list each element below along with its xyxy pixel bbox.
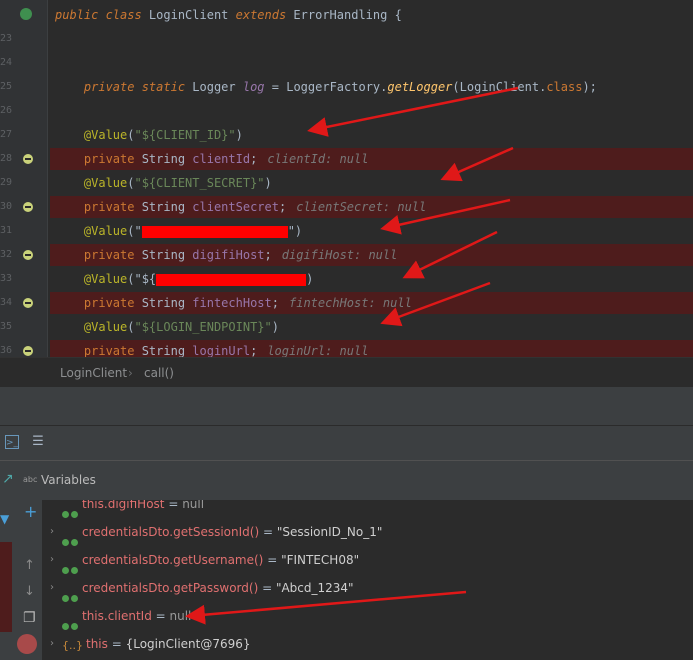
filter-icon[interactable]: ▼	[0, 512, 9, 526]
debug-panel-area	[0, 387, 693, 425]
arrow-5	[380, 281, 491, 327]
frames-strip: ▼	[0, 500, 20, 660]
arrow-2	[440, 146, 514, 182]
arrow-3	[380, 198, 511, 235]
debug-toolbar: >_ ☰	[0, 425, 693, 460]
variables-tab-icon: abc	[23, 475, 38, 484]
variables-title[interactable]: Variables	[41, 473, 96, 487]
breadcrumb-separator: ›	[128, 366, 133, 380]
annotation-arrows	[307, 86, 519, 327]
copy-icon[interactable]: ❐	[23, 610, 36, 626]
arrow-4	[402, 230, 498, 279]
add-watch-icon[interactable]: +	[24, 502, 37, 521]
glasses-avatar-icon[interactable]	[17, 634, 37, 654]
breadcrumb-class[interactable]: LoginClient	[60, 366, 127, 380]
threads-icon[interactable]: ☰	[30, 434, 46, 450]
move-down-icon[interactable]: ↓	[24, 584, 35, 599]
arrow-1	[307, 86, 519, 137]
variables-tree: this.digifiHost = null › credentialsDto.ge…	[42, 500, 693, 660]
variables-header: ↗ abc Variables	[0, 460, 693, 501]
move-up-icon[interactable]: ↑	[24, 558, 35, 573]
variables-tools: + ↑ ↓ ❐	[17, 500, 43, 660]
restore-layout-icon[interactable]: ↗	[2, 471, 14, 487]
variables-arrow	[185, 590, 467, 625]
breadcrumb-method[interactable]: call()	[144, 366, 174, 380]
console-icon[interactable]: >_	[5, 435, 19, 449]
frame-highlight	[0, 542, 12, 632]
breadcrumb: LoginClient › call()	[0, 357, 693, 388]
code-editor[interactable]: public class LoginClient extends ErrorHa…	[0, 0, 693, 357]
